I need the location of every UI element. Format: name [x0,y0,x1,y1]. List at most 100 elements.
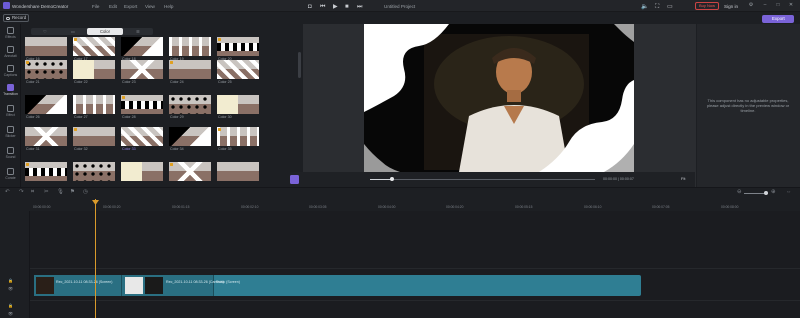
track-visibility-icon[interactable]: 👁 [8,286,13,291]
fit-timeline-icon[interactable]: ⇔ [786,189,792,195]
menu-view[interactable]: View [145,4,155,9]
maximize-icon[interactable]: □ [775,2,781,9]
transition-thumbnail[interactable]: Color 26 [25,95,67,119]
magic-icon [7,105,14,112]
track-lock-icon[interactable]: 🔒 [8,278,13,283]
transition-thumbnail[interactable] [121,162,163,184]
thumbnail-label: Color 25 [218,79,232,84]
track-visibility-icon[interactable]: 👁 [8,311,13,316]
playhead[interactable] [95,199,96,318]
close-icon[interactable]: ✕ [788,2,794,9]
transition-thumbnail[interactable]: Color 19 [169,37,211,61]
rail-item-curate[interactable]: Curate [0,167,21,183]
transition-thumbnail[interactable]: Color 16 [25,37,67,61]
transition-thumbnail[interactable]: Color 18 [121,37,163,61]
thumbnail-image [169,127,211,146]
transition-thumbnail[interactable]: Color 27 [73,95,115,119]
fit-select[interactable]: Fit [681,176,685,181]
transition-thumbnail[interactable]: Color 33 [121,127,163,151]
menu-file[interactable]: File [92,4,99,9]
sign-in-link[interactable]: Sign in [724,4,738,9]
menu-export[interactable]: Export [124,4,137,9]
stop-icon[interactable]: ■ [345,4,349,11]
tab-color[interactable]: Color [87,28,123,35]
transition-thumbnail[interactable]: Color 30 [217,95,259,119]
fullscreen-icon[interactable]: ⛶ [655,4,659,11]
transition-thumbnail[interactable]: Color 31 [25,127,67,151]
record-icon [6,16,10,20]
track-divider [30,268,800,269]
thumbnail-label: Color 34 [170,146,184,151]
preview-canvas[interactable] [364,24,634,172]
transition-thumbnail[interactable] [25,162,67,184]
rail-item-transition[interactable]: Transition [0,83,21,99]
thumbnail-image [73,127,115,146]
export-button[interactable]: Export [762,15,794,23]
transition-thumbnail[interactable]: Color 29 [169,95,211,119]
scrubber-handle[interactable] [390,177,394,181]
transition-thumbnail[interactable] [217,162,259,184]
speed-icon[interactable]: ◷ [83,189,88,195]
thumbnail-label: Color 32 [74,146,88,151]
undo-icon[interactable]: ↶ [5,189,10,195]
rail-item-sticker[interactable]: Sticker [0,125,21,141]
menu-edit[interactable]: Edit [109,4,117,9]
thumbnail-label: Color 24 [170,79,184,84]
rail-item-captions[interactable]: Captions [0,64,21,80]
tab-folder[interactable]: ▭ [59,28,87,35]
transition-thumbnail[interactable]: Color 34 [169,127,211,151]
premium-crown-icon [218,38,221,41]
volume-icon[interactable]: 🔈 [641,4,648,11]
track-lock-icon[interactable]: 🔒 [8,303,13,308]
zoom-in-icon[interactable]: ⊕ [771,189,776,195]
thumbnail-label: Color 33 [122,146,136,151]
ruler-tick: 00:00:01:15 [172,205,190,209]
split-icon[interactable]: ✂ [44,189,49,195]
aspect-icon[interactable]: ▭ [667,4,673,11]
transition-thumbnail[interactable] [73,162,115,184]
tab-favorites[interactable]: ♡ [31,28,59,35]
minimize-icon[interactable]: – [762,2,768,9]
menu-help[interactable]: Help [164,4,173,9]
marker-icon[interactable]: ⚑ [70,189,75,195]
step-back-icon[interactable]: ⏮ [320,4,325,11]
step-forward-icon[interactable]: ⏭ [357,4,362,11]
transition-thumbnail[interactable]: Color 35 [217,127,259,151]
scrubber-track[interactable] [370,179,595,180]
transition-thumbnail[interactable]: Color 20 [217,37,259,61]
timeline-tracks[interactable] [0,211,800,318]
transition-thumbnail[interactable]: Color 24 [169,60,211,84]
transition-thumbnail[interactable]: Color 17 [73,37,115,61]
transition-thumbnail[interactable]: Color 25 [217,60,259,84]
track-headers [0,211,30,318]
record-button[interactable]: Record [3,14,29,22]
library-scrollbar[interactable] [298,52,301,78]
app-name: Wondershare DemoCreator [12,3,69,9]
transition-thumbnail[interactable]: Color 23 [121,60,163,84]
transition-thumbnail[interactable] [169,162,211,184]
rail-item-annotation[interactable]: Annotati [0,45,21,61]
rail-item-sound[interactable]: Sound [0,146,21,162]
title-bar: Wondershare DemoCreator File Edit Export… [0,0,800,12]
play-icon[interactable]: ▶ [333,4,338,11]
record-label: Record [12,15,27,20]
transition-thumbnail[interactable]: Color 22 [73,60,115,84]
mic-icon[interactable]: 🎙 [57,189,64,195]
zoom-out-icon[interactable]: ⊖ [737,189,742,195]
transition-thumbnail[interactable]: Color 21 [25,60,67,84]
thumbnail-label: Color 29 [170,114,184,119]
buy-now-button[interactable]: Buy Now [695,1,719,10]
tab-more[interactable]: ☰ [123,28,153,35]
transition-thumbnail[interactable]: Color 28 [121,95,163,119]
thumbnail-image [25,37,67,56]
rail-item-effect[interactable]: Effect [0,104,21,120]
zoom-handle[interactable] [764,191,768,195]
transition-thumbnail[interactable]: Color 32 [73,127,115,151]
rail-item-effects[interactable]: Effects [0,26,21,42]
settings-icon[interactable]: ⚙ [748,2,754,9]
crop-button[interactable] [290,175,299,184]
thumbnail-image [217,162,259,181]
crop-tool-icon[interactable]: ⌗ [31,189,34,196]
snapshot-icon[interactable]: ◘ [308,4,312,11]
redo-icon[interactable]: ↷ [19,189,24,195]
